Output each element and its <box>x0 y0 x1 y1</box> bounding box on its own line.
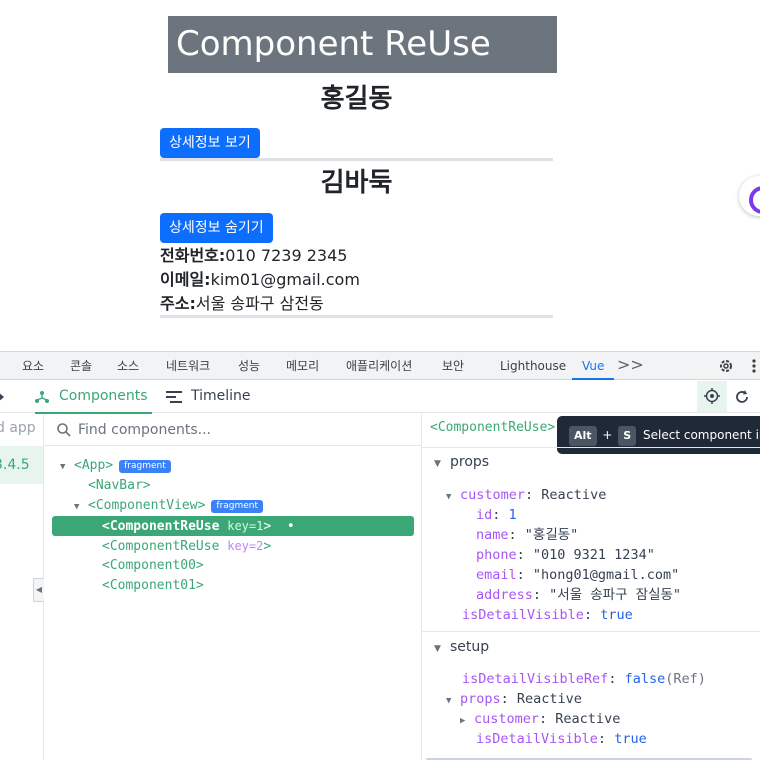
prop-address: address: "서울 송파구 잠실동" <box>476 587 682 603</box>
vue-version: 3.4.5 <box>0 457 30 473</box>
tab-performance[interactable]: 성능 <box>238 352 260 380</box>
kbd-alt: Alt <box>569 426 597 446</box>
divider <box>422 447 760 448</box>
crosshair-icon <box>704 388 720 404</box>
refresh-icon[interactable] <box>732 387 752 407</box>
component-inspector: <ComponentReUse> Alt + S Select componen… <box>422 414 760 760</box>
prop-customer[interactable]: ▼ customer: Reactive <box>446 485 606 505</box>
divider <box>422 631 760 632</box>
component-tree-pane: ◀ ▼<App>fragment <NavBar> ▼<ComponentVie… <box>33 414 422 760</box>
phone-value: 010 7239 2345 <box>225 246 348 265</box>
tab-application[interactable]: 애플리케이션 <box>346 352 412 380</box>
customer-name-1: 홍길동 <box>320 84 393 114</box>
props-section-toggle[interactable]: ▼ props <box>434 454 489 470</box>
phone-label: 전화번호: <box>160 246 226 265</box>
email-label: 이메일: <box>160 270 211 289</box>
prop-isdetailvisible: isDetailVisible: true <box>462 607 633 623</box>
timeline-icon <box>166 391 182 403</box>
divider <box>160 158 553 161</box>
find-components-input[interactable] <box>78 419 408 441</box>
kebab-menu-icon[interactable] <box>752 358 756 374</box>
address-value: 서울 송파구 삼전동 <box>195 294 324 313</box>
tab-vue[interactable]: Vue <box>571 352 615 380</box>
customer-name-2: 김바둑 <box>320 168 393 198</box>
setup-isdetailvisible: isDetailVisible: true <box>476 731 647 747</box>
hide-details-button[interactable]: 상세정보 숨기기 <box>160 213 273 243</box>
component-search <box>44 414 422 446</box>
tooltip-text: Select component in the <box>643 428 760 442</box>
components-tree-icon <box>35 391 49 403</box>
tab-lighthouse[interactable]: Lighthouse <box>500 352 566 380</box>
setup-section-toggle[interactable]: ▼ setup <box>434 639 489 655</box>
tree-node-navbar[interactable]: <NavBar> <box>88 476 151 496</box>
selected-dot: • <box>286 519 295 534</box>
email-row: 이메일:kim01@gmail.com <box>160 268 360 292</box>
search-icon <box>57 423 71 437</box>
app-label[interactable]: d app <box>0 420 36 436</box>
tree-node-app[interactable]: ▼ <App> fragment <box>60 456 171 476</box>
more-tabs-icon[interactable]: >> <box>617 352 644 378</box>
tab-security[interactable]: 보안 <box>442 352 464 380</box>
tab-memory[interactable]: 메모리 <box>286 352 319 380</box>
tree-node-component01[interactable]: <Component01> <box>102 576 204 596</box>
select-component-tooltip: Alt + S Select component in the <box>557 416 760 454</box>
setup-isdetailvisibleref: isDetailVisibleRef: false(Ref) <box>462 671 706 687</box>
floating-extension-icon[interactable] <box>739 176 760 216</box>
web-page: Component ReUse 홍길동 상세정보 보기 김바둑 상세정보 숨기기… <box>0 0 760 352</box>
fragment-badge: fragment <box>119 460 171 473</box>
setup-props[interactable]: ▼ props: Reactive <box>446 689 582 709</box>
prop-phone: phone: "010 9321 1234" <box>476 547 655 563</box>
caret-right-icon[interactable] <box>0 392 4 402</box>
tab-network[interactable]: 네트워크 <box>166 352 210 380</box>
devtools-tabbar: 요소 콘솔 소스 네트워크 성능 메모리 애플리케이션 보안 Lighthous… <box>0 352 760 380</box>
gear-icon[interactable] <box>718 358 734 374</box>
phone-row: 전화번호:010 7239 2345 <box>160 244 347 268</box>
page-title-banner: Component ReUse <box>168 16 557 73</box>
tab-console[interactable]: 콘솔 <box>70 352 92 380</box>
select-component-button[interactable] <box>697 381 727 412</box>
prop-email: email: "hong01@gmail.com" <box>476 567 680 583</box>
email-value: kim01@gmail.com <box>210 270 360 289</box>
prop-name: name: "홍길동" <box>476 527 579 543</box>
prop-id: id: 1 <box>476 507 517 523</box>
vue-devtools-toolbar: Components Timeline <box>0 381 760 414</box>
devtools-panel: 요소 콘솔 소스 네트워크 성능 메모리 애플리케이션 보안 Lighthous… <box>0 351 760 760</box>
tab-sources[interactable]: 소스 <box>117 352 139 380</box>
show-details-button[interactable]: 상세정보 보기 <box>160 128 260 158</box>
tree-node-component00[interactable]: <Component00> <box>102 556 204 576</box>
tree-node-componentview[interactable]: ▼ <ComponentView> fragment <box>74 496 264 516</box>
divider <box>160 315 553 318</box>
address-label: 주소: <box>160 294 196 313</box>
inspected-component-name: <ComponentReUse> <box>430 420 556 435</box>
app-version-item[interactable]: 3.4.5 <box>0 446 43 484</box>
tab-timeline[interactable]: Timeline <box>191 381 251 413</box>
kbd-s: S <box>618 426 637 446</box>
collapse-pane-icon[interactable]: ◀ <box>33 578 44 602</box>
fragment-badge: fragment <box>211 500 264 513</box>
address-row: 주소:서울 송파구 삼전동 <box>160 292 324 316</box>
tab-components[interactable]: Components <box>35 381 152 414</box>
tab-elements[interactable]: 요소 <box>22 352 44 380</box>
setup-customer[interactable]: ▶ customer: Reactive <box>460 709 620 729</box>
tree-node-componentreuse-1[interactable]: <ComponentReUse key=1> • <box>52 516 414 536</box>
tree-node-componentreuse-2[interactable]: <ComponentReUse key=2> <box>102 536 271 556</box>
